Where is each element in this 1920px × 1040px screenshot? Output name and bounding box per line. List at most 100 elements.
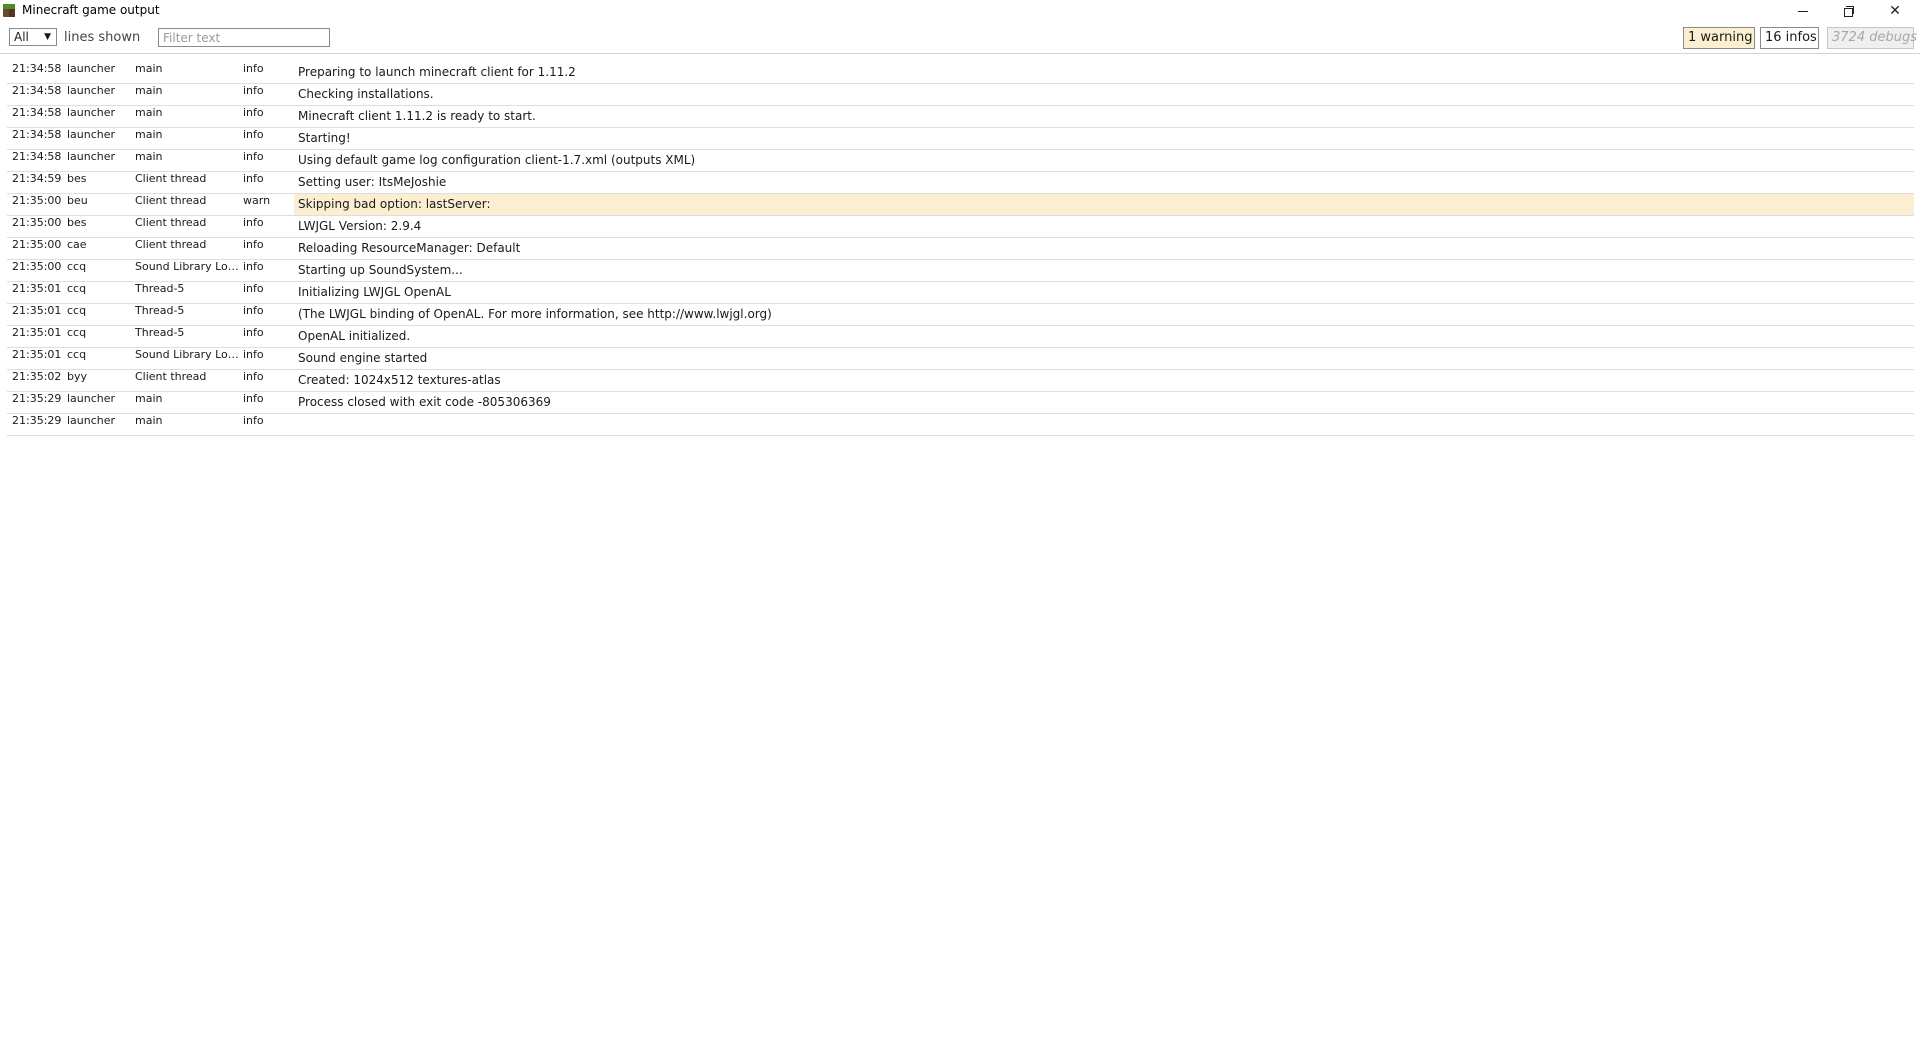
log-source-cell: launcher [67,392,116,405]
log-time-cell: 21:35:00 [12,194,62,207]
warnings-toggle-button[interactable]: 1 warning [1683,27,1755,49]
log-row[interactable]: 21:34:58 launcher main info Preparing to lau… [7,62,1914,84]
log-message-cell: Skipping bad option: lastServer: [294,194,1914,215]
log-time-cell: 21:35:01 [12,326,62,339]
log-time-cell: 21:35:01 [12,304,62,317]
log-source-cell: beu [67,194,88,207]
log-source-cell: cae [67,238,87,251]
log-time-cell: 21:35:01 [12,348,62,361]
title-bar[interactable]: Minecraft game output ✕ [0,0,1920,22]
log-level-cell: warn [243,194,271,207]
log-row[interactable]: 21:35:00 ccq Sound Library Loa... info Start… [7,260,1914,282]
log-row[interactable]: 21:35:00 beu Client thread warn Skipping bad… [7,194,1914,216]
log-source-cell: ccq [67,260,87,273]
log-message-cell: (The LWJGL binding of OpenAL. For more i… [298,307,772,321]
log-message-cell: Initializing LWJGL OpenAL [298,285,451,299]
log-source-cell: ccq [67,326,87,339]
log-level-cell: info [243,238,264,251]
log-row[interactable]: 21:35:00 cae Client thread info Reloading Re… [7,238,1914,260]
toolbar-divider [0,53,1920,54]
lines-filter-select[interactable]: All ▼ [9,28,57,46]
log-time-cell: 21:34:58 [12,128,62,141]
log-message-cell [294,414,1914,435]
log-row[interactable]: 21:35:00 bes Client thread info LWJGL Versio… [7,216,1914,238]
log-thread-cell: Client thread [135,216,207,229]
log-time-cell: 21:35:29 [12,392,62,405]
debugs-toggle-button[interactable]: 3724 debugs [1827,27,1917,49]
log-message-cell: Reloading ResourceManager: Default [298,241,521,255]
log-source-cell: launcher [67,62,116,75]
log-row[interactable]: 21:35:29 launcher main info [7,414,1914,436]
log-level-cell: info [243,150,264,163]
log-level-cell: info [243,172,264,185]
log-level-cell: info [243,260,264,273]
log-row[interactable]: 21:34:58 launcher main info Starting! [7,128,1914,150]
log-thread-cell: Client thread [135,238,207,251]
log-thread-cell: main [135,128,163,141]
log-thread-cell: Client thread [135,194,207,207]
log-thread-cell: main [135,106,163,119]
log-row[interactable]: 21:35:29 launcher main info Process closed w… [7,392,1914,414]
log-thread-cell: Thread-5 [135,282,185,295]
log-level-cell: info [243,414,264,427]
log-level-cell: info [243,84,264,97]
log-time-cell: 21:34:58 [12,106,62,119]
log-message-cell: Minecraft client 1.11.2 is ready to star… [298,109,536,123]
log-time-cell: 21:34:59 [12,172,62,185]
log-message-cell: Preparing to launch minecraft client for… [298,65,576,79]
log-row[interactable]: 21:35:02 byy Client thread info Created: 102… [7,370,1914,392]
infos-toggle-button[interactable]: 16 infos [1760,27,1819,49]
log-thread-cell: main [135,392,163,405]
log-thread-cell: main [135,84,163,97]
log-source-cell: launcher [67,128,116,141]
log-level-cell: info [243,348,264,361]
log-source-cell: ccq [67,282,87,295]
log-row[interactable]: 21:35:01 ccq Thread-5 info (The LWJGL bindin… [7,304,1914,326]
log-row[interactable]: 21:35:01 ccq Sound Library Loa... info Sound… [7,348,1914,370]
log-row[interactable]: 21:34:58 launcher main info Minecraft client… [7,106,1914,128]
log-source-cell: bes [67,216,87,229]
log-time-cell: 21:35:00 [12,260,62,273]
log-source-cell: launcher [67,84,116,97]
log-message-cell: Starting up SoundSystem... [298,263,463,277]
log-thread-cell: Client thread [135,370,207,383]
game-output-window: Minecraft game output ✕ All ▼ lines show… [0,0,1920,1040]
log-thread-cell: Sound Library Loa... [135,348,241,361]
log-time-cell: 21:35:29 [12,414,62,427]
log-level-cell: info [243,326,264,339]
log-level-cell: info [243,216,264,229]
restore-button[interactable] [1826,0,1872,22]
log-time-cell: 21:35:00 [12,238,62,251]
restore-icon [1844,6,1854,17]
log-level-cell: info [243,392,264,405]
log-row[interactable]: 21:34:59 bes Client thread info Setting user… [7,172,1914,194]
log-source-cell: byy [67,370,88,383]
filter-text-input[interactable] [158,28,330,47]
log-level-cell: info [243,282,264,295]
log-thread-cell: main [135,150,163,163]
log-row[interactable]: 21:35:01 ccq Thread-5 info Initializing LWJG… [7,282,1914,304]
minimize-icon [1798,10,1808,12]
log-message-cell: OpenAL initialized. [298,329,411,343]
log-source-cell: launcher [67,150,116,163]
log-message-cell: Created: 1024x512 textures-atlas [298,373,501,387]
log-row[interactable]: 21:35:01 ccq Thread-5 info OpenAL initialize… [7,326,1914,348]
log-time-cell: 21:34:58 [12,150,62,163]
log-time-cell: 21:34:58 [12,62,62,75]
log-message-cell: LWJGL Version: 2.9.4 [298,219,422,233]
log-row[interactable]: 21:34:58 launcher main info Checking install… [7,84,1914,106]
log-message-cell: Sound engine started [298,351,428,365]
log-row[interactable]: 21:34:58 launcher main info Using default ga… [7,150,1914,172]
log-table[interactable]: 21:34:58 launcher main info Preparing to lau… [7,62,1914,436]
log-level-cell: info [243,370,264,383]
close-button[interactable]: ✕ [1872,0,1918,22]
close-icon: ✕ [1889,3,1901,19]
log-source-cell: launcher [67,414,116,427]
log-message-cell: Setting user: ItsMeJoshie [298,175,447,189]
log-message-cell: Using default game log configuration cli… [298,153,696,167]
log-level-cell: info [243,106,264,119]
log-source-cell: launcher [67,106,116,119]
minimize-button[interactable] [1780,0,1826,22]
chevron-down-icon: ▼ [44,32,51,42]
minecraft-grass-block-icon [3,4,15,17]
